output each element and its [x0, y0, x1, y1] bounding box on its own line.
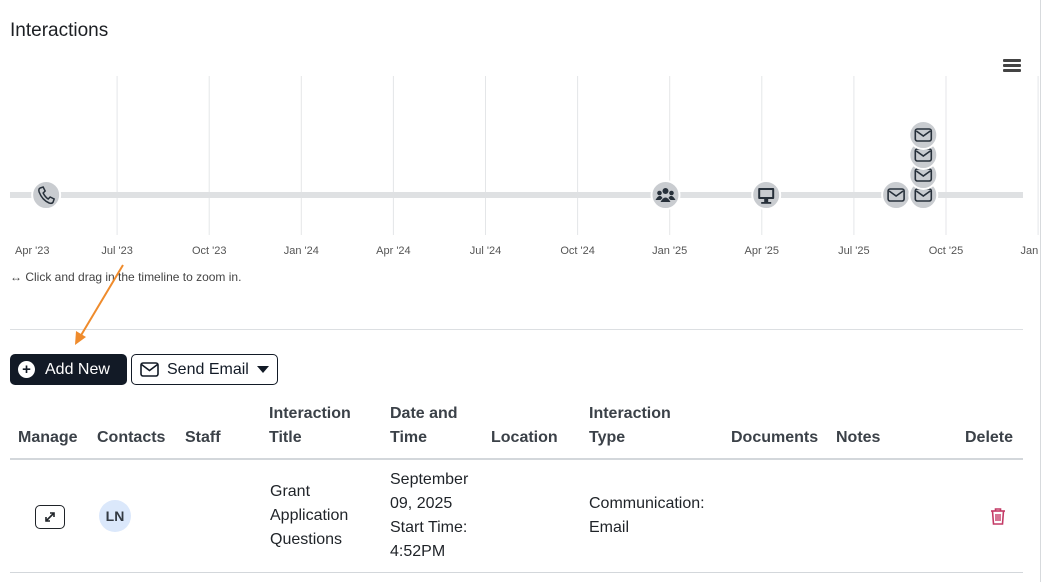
add-new-label: Add New	[45, 360, 110, 378]
timeline-axis-label: Jan '24	[284, 245, 319, 257]
cell-date-time: September 09, 2025 Start Time: 4:52PM	[390, 468, 468, 564]
caret-down-icon	[256, 366, 269, 373]
timeline-event-marker	[881, 180, 912, 210]
table-header-divider	[10, 458, 1023, 460]
timeline-axis-label: Jan '26	[1021, 245, 1040, 257]
header-title-line-2: Title	[269, 429, 302, 446]
date-line: September	[390, 471, 469, 488]
date-line: Start Time:	[390, 519, 468, 536]
expand-arrows-icon	[45, 512, 55, 522]
header-contacts[interactable]: Contacts	[97, 426, 165, 450]
timeline-event-marker	[908, 120, 939, 150]
cell-interaction-title: Grant Application Questions	[270, 480, 348, 552]
type-line: Email	[589, 519, 630, 536]
table-row-divider	[10, 572, 1023, 573]
type-line: Communication:	[589, 495, 705, 512]
timeline-axis-label: Apr '25	[745, 245, 780, 257]
add-new-button[interactable]: + Add New	[10, 354, 127, 385]
title-line: Grant	[270, 483, 311, 500]
header-date-time[interactable]: Date and Time	[390, 402, 458, 450]
header-delete[interactable]: Delete	[965, 426, 1013, 450]
plus-circle-icon: +	[18, 361, 35, 378]
header-date-line-1: Date and	[390, 405, 458, 422]
timeline-axis-label: Jul '24	[470, 245, 501, 257]
title-line: Application	[270, 507, 349, 524]
timeline-track	[10, 192, 1023, 198]
timeline-event-marker	[650, 180, 681, 210]
timeline-axis-label: Jul '23	[101, 245, 132, 257]
timeline-axis-label: Apr '23	[15, 245, 50, 257]
contact-avatar[interactable]: LN	[99, 500, 131, 532]
header-location[interactable]: Location	[491, 426, 558, 450]
timeline-axis-label: Oct '23	[192, 245, 227, 257]
header-type-line-1: Interaction	[589, 405, 671, 422]
timeline-axis-label: Jul '25	[838, 245, 869, 257]
date-line: 09, 2025	[390, 495, 453, 512]
section-divider	[10, 329, 1023, 330]
date-line: 4:52PM	[390, 543, 446, 560]
cell-interaction-type: Communication: Email	[589, 492, 705, 540]
envelope-icon	[140, 362, 159, 377]
title-line: Questions	[270, 531, 343, 548]
expand-row-button[interactable]	[35, 505, 65, 529]
trash-icon[interactable]	[988, 506, 1008, 526]
scrollbar-edge	[1040, 0, 1041, 582]
header-manage[interactable]: Manage	[18, 426, 78, 450]
timeline-zoom-hint: ↔ Click and drag in the timeline to zoom…	[10, 270, 242, 284]
header-notes[interactable]: Notes	[836, 426, 880, 450]
send-email-dropdown[interactable]: Send Email	[131, 354, 278, 385]
header-staff[interactable]: Staff	[185, 426, 221, 450]
timeline-axis-label: Jan '25	[652, 245, 687, 257]
timeline-event-marker	[31, 180, 62, 210]
header-type-line-2: Type	[589, 429, 626, 446]
header-documents[interactable]: Documents	[731, 426, 818, 450]
header-title-line-1: Interaction	[269, 405, 351, 422]
send-email-label: Send Email	[167, 360, 249, 378]
timeline-axis-label: Oct '25	[929, 245, 964, 257]
interaction-timeline[interactable]: Apr '23 Jul '23 Oct '23 Jan '24 Apr '24 Jul '…	[0, 60, 1040, 270]
timeline-axis-label: Oct '24	[560, 245, 595, 257]
timeline-axis-label: Apr '24	[376, 245, 411, 257]
header-date-line-2: Time	[390, 429, 428, 446]
header-interaction-title[interactable]: Interaction Title	[269, 402, 351, 450]
page-title: Interactions	[10, 20, 109, 41]
header-interaction-type[interactable]: Interaction Type	[589, 402, 671, 450]
